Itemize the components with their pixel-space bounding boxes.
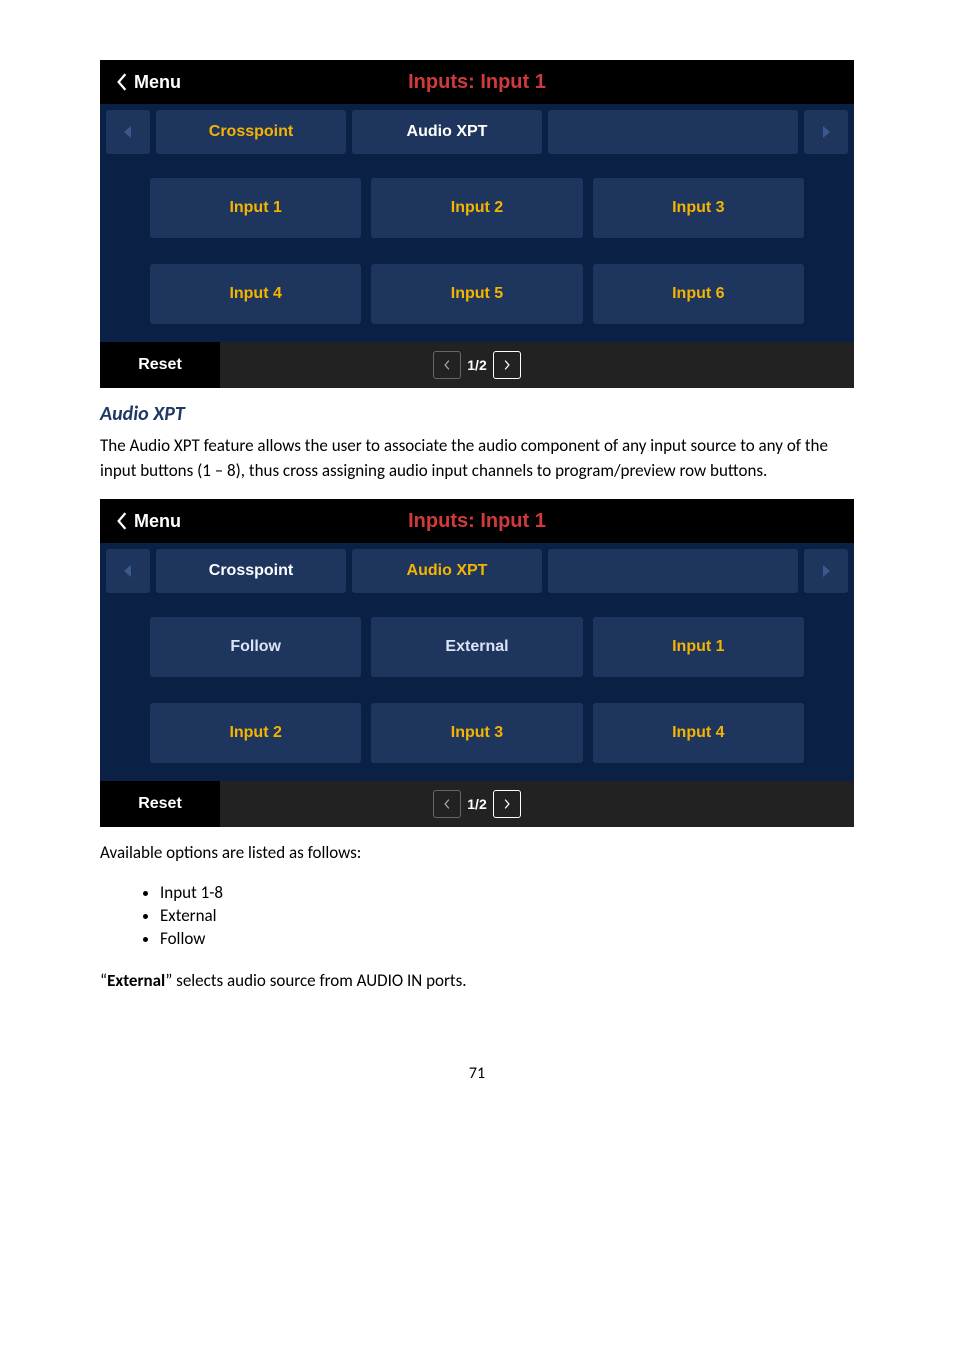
tab-next-button[interactable]: [804, 110, 848, 154]
tab-audio-xpt[interactable]: Audio XPT: [352, 549, 542, 593]
chevron-left-icon: [120, 124, 136, 140]
chevron-left-icon: [442, 799, 452, 809]
page-next-button[interactable]: [493, 351, 521, 379]
back-chevron-icon: [116, 512, 128, 530]
option-grid: Follow External Input 1 Input 2 Input 3 …: [100, 599, 854, 781]
chevron-right-icon: [502, 360, 512, 370]
page-prev-button[interactable]: [433, 351, 461, 379]
reset-button[interactable]: Reset: [100, 342, 220, 388]
input-grid: Input 1 Input 2 Input 3 Input 4 Input 5 …: [100, 160, 854, 342]
input-2-button[interactable]: Input 2: [150, 703, 361, 763]
menu-back-button[interactable]: Menu: [100, 511, 181, 532]
input-6-button[interactable]: Input 6: [593, 264, 804, 324]
external-button[interactable]: External: [371, 617, 582, 677]
top-bar: Menu Inputs: Input 1: [100, 499, 854, 543]
input-5-button[interactable]: Input 5: [371, 264, 582, 324]
page-indicator: 1/2: [467, 796, 486, 812]
tab-spacer: [548, 549, 798, 593]
follow-button[interactable]: Follow: [150, 617, 361, 677]
option-item: Follow: [160, 928, 854, 949]
page-number: 71: [100, 1064, 854, 1083]
tab-row: Crosspoint Audio XPT: [100, 543, 854, 599]
tab-crosspoint[interactable]: Crosspoint: [156, 110, 346, 154]
tab-audio-xpt[interactable]: Audio XPT: [352, 110, 542, 154]
input-2-button[interactable]: Input 2: [371, 178, 582, 238]
top-bar: Menu Inputs: Input 1: [100, 60, 854, 104]
page-indicator: 1/2: [467, 357, 486, 373]
tab-prev-button[interactable]: [106, 549, 150, 593]
back-label: Menu: [134, 511, 181, 532]
page-prev-button[interactable]: [433, 790, 461, 818]
tab-crosspoint[interactable]: Crosspoint: [156, 549, 346, 593]
option-list: Input 1-8 External Follow: [100, 882, 854, 949]
input-1-button[interactable]: Input 1: [150, 178, 361, 238]
input-3-button[interactable]: Input 3: [371, 703, 582, 763]
section-paragraph: The Audio XPT feature allows the user to…: [100, 434, 854, 483]
chevron-right-icon: [818, 563, 834, 579]
back-label: Menu: [134, 72, 181, 93]
panel-crosspoint: Menu Inputs: Input 1 Crosspoint Audio XP…: [100, 60, 854, 388]
menu-back-button[interactable]: Menu: [100, 72, 181, 93]
panel-title: Inputs: Input 1: [100, 510, 854, 533]
input-3-button[interactable]: Input 3: [593, 178, 804, 238]
input-4-button[interactable]: Input 4: [150, 264, 361, 324]
tab-spacer: [548, 110, 798, 154]
bottom-bar: Reset 1/2: [100, 342, 854, 388]
bottom-bar: Reset 1/2: [100, 781, 854, 827]
chevron-right-icon: [502, 799, 512, 809]
tab-row: Crosspoint Audio XPT: [100, 104, 854, 160]
panel-title: Inputs: Input 1: [100, 71, 854, 94]
tab-next-button[interactable]: [804, 549, 848, 593]
option-item: External: [160, 905, 854, 926]
external-note: “External” selects audio source from AUD…: [100, 969, 854, 994]
section-heading: Audio XPT: [100, 402, 854, 426]
input-1-button[interactable]: Input 1: [593, 617, 804, 677]
available-intro: Available options are listed as follows:: [100, 841, 854, 866]
chevron-right-icon: [818, 124, 834, 140]
input-4-button[interactable]: Input 4: [593, 703, 804, 763]
chevron-left-icon: [442, 360, 452, 370]
option-item: Input 1-8: [160, 882, 854, 903]
chevron-left-icon: [120, 563, 136, 579]
back-chevron-icon: [116, 73, 128, 91]
panel-audio-xpt: Menu Inputs: Input 1 Crosspoint Audio XP…: [100, 499, 854, 827]
page-next-button[interactable]: [493, 790, 521, 818]
tab-prev-button[interactable]: [106, 110, 150, 154]
reset-button[interactable]: Reset: [100, 781, 220, 827]
